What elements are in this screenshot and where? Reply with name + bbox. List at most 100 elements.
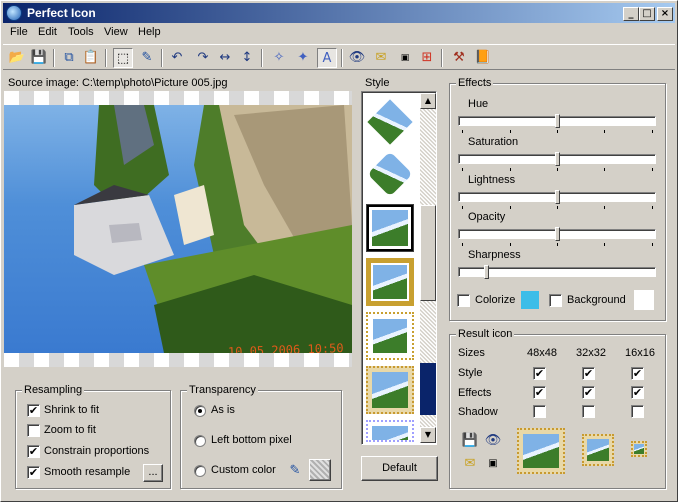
background-checkbox[interactable]: [549, 294, 562, 307]
eyedropper-icon[interactable]: ✎: [286, 462, 304, 480]
shrink-to-fit-label: Shrink to fit: [44, 404, 100, 416]
folder-star-icon[interactable]: ✉: [461, 455, 479, 473]
menu-view[interactable]: View: [104, 26, 128, 38]
scroll-up-icon[interactable]: ▲: [420, 93, 436, 109]
magic-wand-plus-icon[interactable]: ✧: [269, 48, 289, 68]
shadow-row-label: Shadow: [458, 406, 498, 418]
magic-wand-minus-icon[interactable]: ✦: [293, 48, 313, 68]
style-scrollbar[interactable]: ▲ ▼: [420, 93, 436, 443]
hue-slider[interactable]: [458, 112, 656, 134]
sharpness-label: Sharpness: [468, 249, 521, 261]
scroll-down-icon[interactable]: ▼: [420, 427, 436, 443]
open-icon[interactable]: 📂: [7, 48, 27, 68]
exe-icon[interactable]: ▣: [395, 48, 415, 68]
default-button[interactable]: Default: [361, 456, 438, 481]
preview-eye-icon[interactable]: 👁: [347, 48, 367, 68]
background-color-swatch[interactable]: [634, 290, 654, 310]
transparency-group: Transparency As is Left bottom pixel Cus…: [180, 384, 342, 489]
style-item[interactable]: [366, 150, 414, 198]
menu-edit[interactable]: Edit: [38, 26, 57, 38]
resampling-label: Resampling: [22, 384, 85, 396]
shadow-16-checkbox[interactable]: [631, 405, 644, 418]
left-bottom-pixel-radio[interactable]: [194, 435, 206, 447]
toolbar-separator: [261, 49, 263, 67]
close-button[interactable]: ×: [657, 7, 673, 21]
text-tool-icon[interactable]: A: [317, 48, 337, 68]
menu-tools[interactable]: Tools: [68, 26, 94, 38]
hue-label: Hue: [468, 98, 489, 110]
save-icon[interactable]: 💾: [29, 48, 49, 68]
custom-color-radio[interactable]: [194, 465, 206, 477]
as-is-radio[interactable]: [194, 405, 206, 417]
sizes-header: Sizes: [458, 347, 485, 359]
style-item[interactable]: [366, 312, 414, 360]
rotate-right-icon[interactable]: ↷: [193, 48, 213, 68]
sharpness-slider[interactable]: [458, 263, 656, 285]
opacity-label: Opacity: [468, 211, 506, 223]
tools-icon[interactable]: ⚒: [449, 48, 469, 68]
image-preview[interactable]: 10 05 2006 10:50: [4, 91, 352, 367]
constrain-proportions-checkbox[interactable]: ✔: [27, 445, 40, 458]
select-rect-icon[interactable]: ⬚: [113, 48, 133, 68]
toolbar-separator: [161, 49, 163, 67]
zoom-to-fit-label: Zoom to fit: [44, 424, 96, 436]
saturation-label: Saturation: [468, 136, 519, 148]
shadow-32-checkbox[interactable]: [582, 405, 595, 418]
background-label: Background: [567, 294, 626, 306]
colorize-checkbox[interactable]: [457, 294, 470, 307]
style-16-checkbox[interactable]: ✔: [631, 367, 644, 380]
resample-options-button[interactable]: ...: [143, 464, 163, 482]
copy-icon[interactable]: ⧉: [59, 48, 79, 68]
smooth-resample-label: Smooth resample: [44, 466, 131, 478]
preview-eye-icon[interactable]: 👁: [484, 432, 502, 450]
shrink-to-fit-checkbox[interactable]: ✔: [27, 404, 40, 417]
smooth-resample-checkbox[interactable]: ✔: [27, 466, 40, 479]
style-item[interactable]: [366, 98, 414, 146]
title-bar[interactable]: Perfect Icon _ □ ×: [3, 3, 675, 23]
scroll-thumb[interactable]: [420, 205, 436, 301]
shadow-48-checkbox[interactable]: [533, 405, 546, 418]
effects-48-checkbox[interactable]: ✔: [533, 386, 546, 399]
maximize-button[interactable]: □: [639, 7, 655, 21]
toolbar: 📂 💾 ⧉ 📋 ⬚ ✎ ↶ ↷ ↔ ↕ ✧ ✦ A 👁 ✉ ▣ ⊞ ⚒ 📙: [3, 44, 675, 70]
effects-row-label: Effects: [458, 387, 492, 399]
style-32-checkbox[interactable]: ✔: [582, 367, 595, 380]
transparency-label: Transparency: [187, 384, 258, 396]
result-icon-48[interactable]: [517, 428, 565, 474]
exe-icon[interactable]: ▣: [484, 455, 502, 473]
result-icon-32[interactable]: [582, 434, 614, 466]
checker-strip: [4, 353, 352, 367]
result-icon-group: Result icon Sizes 48x48 32x32 16x16 Styl…: [449, 328, 666, 489]
saturation-slider[interactable]: [458, 150, 656, 172]
minimize-button[interactable]: _: [623, 7, 639, 21]
lightness-slider[interactable]: [458, 188, 656, 210]
paste-icon[interactable]: 📋: [81, 48, 101, 68]
app-icon[interactable]: [6, 5, 22, 21]
flip-vertical-icon[interactable]: ↕: [237, 48, 257, 68]
style-48-checkbox[interactable]: ✔: [533, 367, 546, 380]
colorize-color-swatch[interactable]: [521, 291, 539, 309]
flip-horizontal-icon[interactable]: ↔: [215, 48, 235, 68]
style-item[interactable]: [366, 204, 414, 252]
opacity-slider[interactable]: [458, 225, 656, 247]
folder-star-icon[interactable]: ✉: [371, 48, 391, 68]
as-is-label: As is: [211, 404, 235, 416]
windows-icon[interactable]: ⊞: [417, 48, 437, 68]
result-icon-16[interactable]: [631, 441, 647, 457]
pen-icon[interactable]: ✎: [137, 48, 157, 68]
photo-content: 10 05 2006 10:50: [4, 105, 352, 353]
menu-file[interactable]: File: [10, 26, 28, 38]
zoom-to-fit-checkbox[interactable]: [27, 424, 40, 437]
rotate-left-icon[interactable]: ↶: [167, 48, 187, 68]
style-item[interactable]: [366, 258, 414, 306]
save-result-icon[interactable]: 💾: [461, 432, 479, 450]
style-item[interactable]: [366, 366, 414, 414]
style-item[interactable]: [366, 420, 414, 442]
source-image-label: Source image: C:\temp\photo\Picture 005.…: [8, 77, 228, 89]
effects-16-checkbox[interactable]: ✔: [631, 386, 644, 399]
effects-32-checkbox[interactable]: ✔: [582, 386, 595, 399]
custom-color-swatch[interactable]: [309, 459, 331, 481]
book-icon[interactable]: 📙: [473, 48, 493, 68]
menu-help[interactable]: Help: [138, 26, 161, 38]
toolbar-separator: [441, 49, 443, 67]
